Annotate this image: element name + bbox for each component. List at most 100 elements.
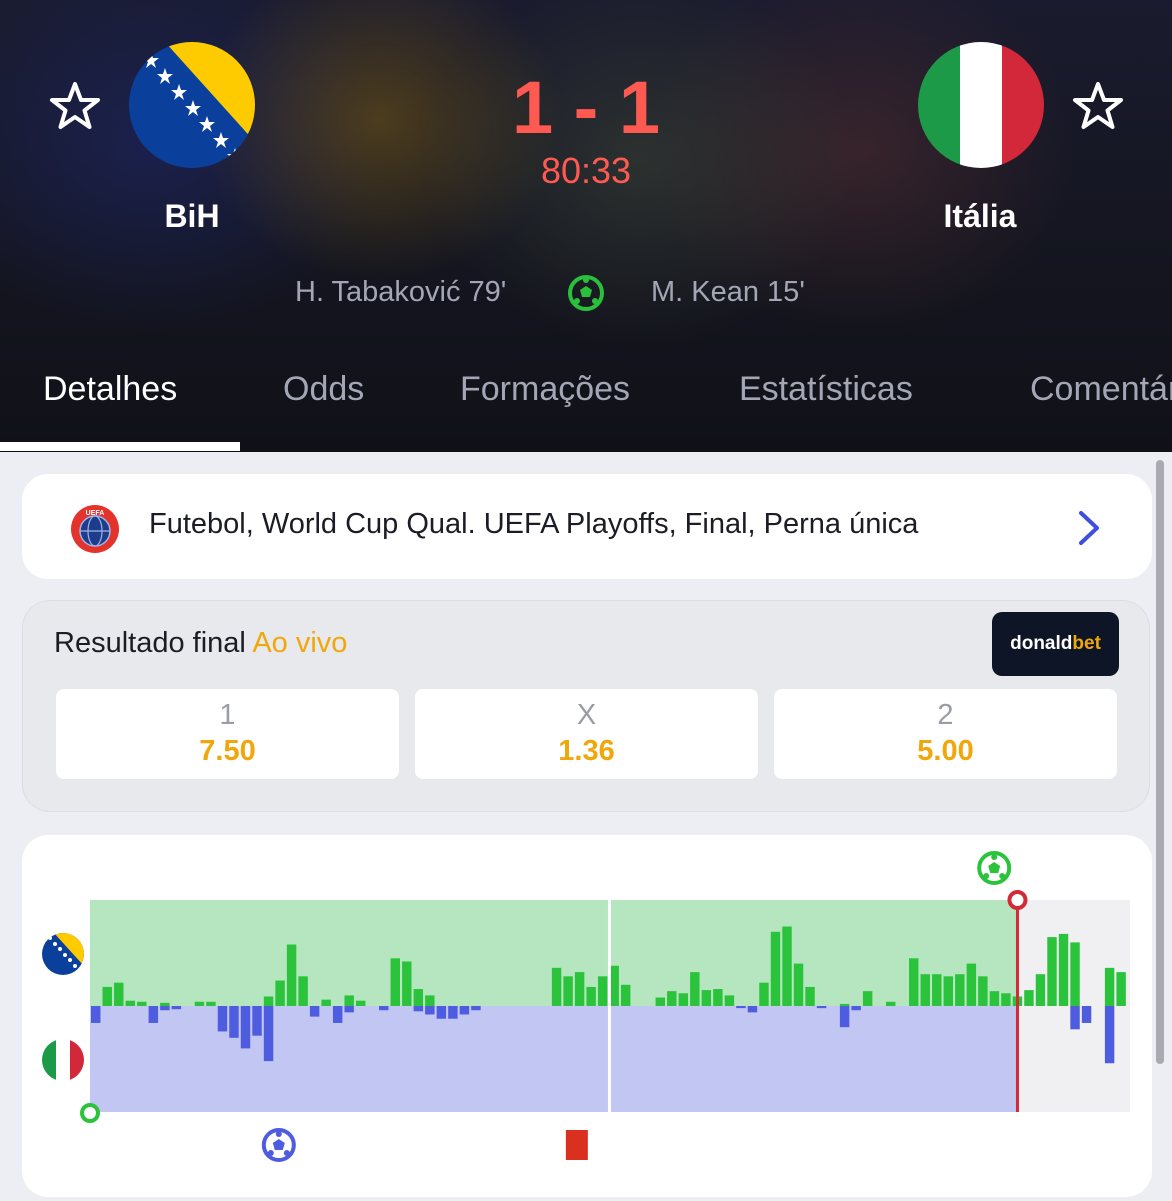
away-scorer: M. Kean 15' (651, 276, 805, 308)
momentum-card (22, 835, 1152, 1197)
odds-option-label: 1 (219, 699, 236, 731)
momentum-bar-home (943, 976, 954, 1006)
momentum-bar-home (978, 976, 988, 1006)
momentum-bar-home (989, 991, 1000, 1006)
momentum-bar-home (885, 1001, 896, 1006)
momentum-bar-away (309, 1006, 320, 1017)
momentum-bar-home (551, 967, 562, 1006)
match-clock: 80:33 (540, 150, 632, 191)
momentum-bar-away (851, 1006, 861, 1011)
competition-card[interactable]: UEFA Futebol, World Cup Qual. UEFA Playo… (22, 474, 1152, 579)
momentum-bar-away (1070, 1006, 1080, 1030)
momentum-bar-away (1104, 1006, 1115, 1064)
momentum-bar-away (448, 1006, 458, 1019)
momentum-bar-home (966, 963, 977, 1006)
odds-option-value: 1.36 (558, 735, 615, 767)
tab-statistics[interactable]: Estatísticas (739, 370, 913, 409)
tab-commentary[interactable]: Comentários (1030, 370, 1172, 409)
momentum-bar-home (194, 1001, 205, 1006)
active-tab-indicator (0, 442, 240, 451)
momentum-bar-home (1058, 933, 1069, 1006)
momentum-bar-home (805, 986, 815, 1006)
momentum-bar-away (229, 1006, 239, 1038)
momentum-bar-away (160, 1006, 170, 1011)
momentum-bar-home (263, 996, 274, 1006)
momentum-bar-away (839, 1006, 850, 1028)
bookmaker-logo[interactable]: donaldbet (992, 612, 1119, 676)
svg-text:UEFA: UEFA (86, 510, 105, 517)
momentum-bar-home (275, 980, 285, 1006)
momentum-bar-away (91, 1006, 101, 1023)
momentum-bar-home (701, 990, 712, 1006)
tab-odds[interactable]: Odds (283, 370, 364, 409)
momentum-bar-home (321, 999, 331, 1006)
momentum-bar-home (770, 931, 781, 1006)
bookmaker-name-prefix: donald (1010, 633, 1073, 654)
odds-option-away[interactable]: 2 5.00 (774, 689, 1117, 779)
italy-flag-icon (918, 42, 1044, 168)
momentum-bar-away (148, 1006, 159, 1023)
momentum-bar-away (240, 1006, 251, 1049)
momentum-bar-home (597, 976, 608, 1006)
match-tabs: Detalhes Odds Formações Estatísticas Com… (0, 364, 1172, 452)
momentum-bar-home (1047, 937, 1057, 1006)
odds-market-label: Resultado final (54, 627, 246, 659)
momentum-bar-home (655, 997, 665, 1006)
momentum-bar-home (413, 989, 424, 1006)
momentum-bar-home (1070, 942, 1080, 1006)
italy-flag-small-icon (42, 1039, 84, 1081)
momentum-bar-home (782, 926, 792, 1006)
momentum-bar-home (724, 995, 735, 1006)
momentum-bar-home (839, 1003, 850, 1006)
odds-option-label: X (576, 699, 597, 731)
momentum-bar-away (736, 1006, 746, 1009)
momentum-bar-away (379, 1006, 389, 1011)
momentum-bar-away (425, 1006, 435, 1015)
momentum-bar-home (355, 1000, 366, 1006)
odds-option-draw[interactable]: X 1.36 (415, 689, 758, 779)
momentum-bar-away (816, 1006, 827, 1009)
home-goal-ball-icon (977, 851, 1012, 885)
momentum-bar-away (747, 1006, 758, 1013)
momentum-bar-away (217, 1006, 228, 1032)
momentum-bar-home (909, 958, 919, 1006)
momentum-bar-home (125, 1000, 136, 1006)
momentum-bar-home (137, 1001, 147, 1006)
live-label: Ao vivo (252, 627, 348, 659)
favorite-star-icon-home[interactable] (48, 80, 102, 134)
uefa-logo-icon: UEFA (71, 505, 119, 553)
odds-option-home[interactable]: 1 7.50 (56, 689, 399, 779)
momentum-bar-home (286, 944, 297, 1006)
momentum-bar-away (263, 1006, 274, 1062)
momentum-bar-home (114, 982, 124, 1006)
bosnia-flag-icon (129, 42, 255, 168)
momentum-bar-away (471, 1006, 481, 1011)
momentum-chart (42, 851, 1130, 1162)
momentum-bar-home (690, 972, 700, 1006)
momentum-bar-home (298, 976, 308, 1006)
momentum-bar-home (678, 993, 689, 1006)
momentum-bar-home (759, 982, 769, 1006)
goal-ball-icon (568, 275, 604, 311)
kickoff-marker (80, 1103, 100, 1123)
scrollbar[interactable] (1156, 460, 1164, 1064)
momentum-bar-home (160, 1002, 170, 1006)
home-team-name[interactable]: BiH (92, 198, 292, 235)
momentum-bar-home (713, 989, 723, 1006)
momentum-bar-home (586, 986, 596, 1006)
away-team-name[interactable]: Itália (880, 198, 1080, 235)
momentum-bar-away (344, 1006, 354, 1013)
tab-lineups[interactable]: Formações (460, 370, 630, 409)
favorite-star-icon-away[interactable] (1071, 80, 1125, 134)
momentum-bar-home (1035, 974, 1046, 1006)
bookmaker-name-suffix: bet (1072, 633, 1101, 654)
momentum-bar-home (344, 995, 354, 1006)
chevron-right-icon[interactable] (1074, 510, 1104, 546)
tab-details[interactable]: Detalhes (43, 370, 177, 409)
momentum-bar-home (102, 986, 112, 1006)
odds-option-label: 2 (937, 699, 954, 731)
momentum-bar-home (920, 974, 930, 1006)
bosnia-flag-small-icon (42, 933, 84, 975)
red-card-icon (565, 1130, 588, 1160)
momentum-bar-home (1024, 990, 1034, 1006)
